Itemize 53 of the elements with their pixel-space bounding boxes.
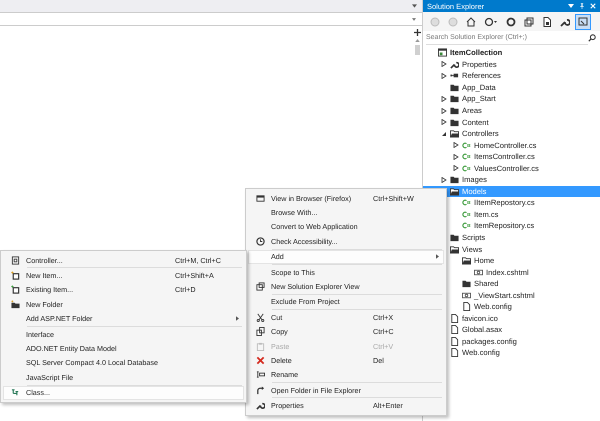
existing-item-icon [10,285,20,294]
redo-arrow-icon [256,386,264,395]
folder-icon [450,244,459,254]
wrench-icon [560,16,570,26]
folder-icon [450,129,459,138]
wrench-icon [450,60,459,69]
folder-icon [450,175,459,184]
new-item-icon [10,271,20,280]
csharp-file-icon [462,164,471,173]
refresh-icon [506,16,516,26]
csharp-file-icon [462,221,471,230]
accessibility-icon [256,236,264,246]
wrench-icon [256,401,264,410]
csharp-file-icon [462,152,471,162]
references-icon [450,71,459,80]
csharp-file-icon [462,210,471,219]
scroll-thumb[interactable] [414,45,420,55]
search-icon [588,34,596,42]
delete-icon [256,356,264,365]
collapse-all-icon [524,16,534,26]
class-icon [10,388,20,398]
folder-icon [450,186,459,196]
project-icon [438,48,447,58]
scroll-up-icon[interactable] [414,39,420,42]
folder-icon [462,256,471,266]
razor-file-icon [474,268,483,277]
home-icon [466,16,476,26]
razor-file-icon [462,290,471,300]
pin-icon[interactable] [579,3,585,9]
dropdown-icon[interactable] [568,3,574,9]
browser-window-icon [256,194,264,203]
folder-icon [450,233,459,242]
dropdown-icon[interactable] [412,18,416,20]
toolbar-button[interactable] [575,14,591,30]
dropdown-icon[interactable] [412,4,417,8]
clock-icon [484,16,498,26]
split-icon[interactable] [414,29,420,36]
document-icon [10,256,20,265]
expanded-arrow-icon [441,130,447,137]
csharp-file-icon [462,140,471,150]
rename-icon [256,370,264,380]
preview-icon [578,16,588,26]
folder-icon [462,279,471,288]
csharp-file-icon [462,198,471,208]
show-all-files-icon [542,16,552,26]
new-folder-icon [10,300,20,309]
copy-icon [256,327,264,336]
back-icon [430,16,440,26]
windows-icon [256,282,264,292]
clipboard-icon [256,342,264,351]
forward-icon [448,16,458,26]
close-icon[interactable] [590,3,596,9]
scissors-icon [256,312,264,322]
